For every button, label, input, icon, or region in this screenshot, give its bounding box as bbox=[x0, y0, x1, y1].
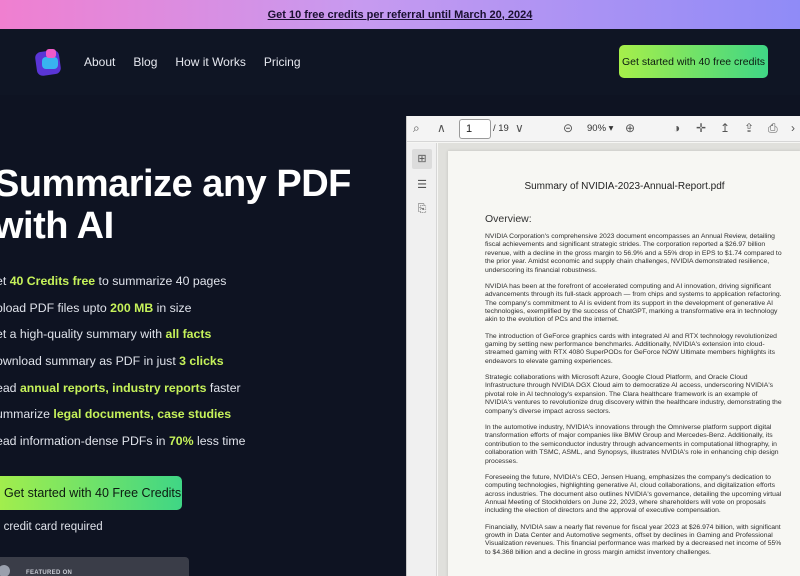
feature-item: et a high-quality summary with all facts bbox=[0, 327, 212, 342]
zoom-out-icon[interactable]: ⊝ bbox=[563, 121, 573, 135]
feature-item: ead annual reports, industry reports fas… bbox=[0, 380, 241, 395]
share-icon[interactable]: ⇪ bbox=[744, 121, 754, 135]
more-icon[interactable]: › bbox=[791, 121, 795, 135]
outline-icon[interactable]: ☰ bbox=[416, 179, 428, 191]
page-title: Summarize any PDF with AI bbox=[0, 163, 351, 247]
page-total: / 19 bbox=[493, 123, 509, 134]
featured-on-badge[interactable]: FEATURED ON bbox=[0, 557, 189, 576]
chevron-up-icon[interactable]: ∧ bbox=[437, 121, 446, 135]
print-icon[interactable]: ⎙ bbox=[768, 121, 778, 135]
nav-blog[interactable]: Blog bbox=[133, 55, 157, 69]
badge-icon bbox=[0, 565, 10, 576]
contrast-icon[interactable]: ◑ bbox=[673, 121, 680, 135]
nav-how-it-works[interactable]: How it Works bbox=[175, 55, 245, 69]
paragraph: Foreseeing the future, NVIDIA's CEO, Jen… bbox=[485, 473, 782, 515]
nav-links: About Blog How it Works Pricing bbox=[84, 29, 301, 95]
feature-item: et 40 Credits free to summarize 40 pages bbox=[0, 274, 227, 288]
paragraph: Strategic collaborations with Microsoft … bbox=[485, 374, 782, 415]
paragraph: In the automotive industry, NVIDIA's inn… bbox=[485, 423, 779, 465]
pdf-page: Summary of NVIDIA-2023-Annual-Report.pdf… bbox=[448, 151, 800, 576]
feature-item: ownload summary as PDF in just 3 clicks bbox=[0, 354, 224, 369]
pdf-viewer: ⌕ ∧ / 19 ∨ ⊝ 90% ▾ ⊕ ◑ ✛ ↥ ⇪ ⎙ › ⊞ ☰ ⎘ S… bbox=[406, 116, 800, 576]
feature-item: ummarize legal documents, case studies bbox=[0, 407, 232, 422]
logo[interactable] bbox=[34, 47, 64, 77]
viewer-toolbar: ⌕ ∧ / 19 ∨ ⊝ 90% ▾ ⊕ ◑ ✛ ↥ ⇪ ⎙ › bbox=[407, 116, 800, 142]
paragraph: Financially, NVIDIA saw a nearly flat re… bbox=[485, 523, 782, 556]
nav-pricing[interactable]: Pricing bbox=[264, 55, 301, 69]
overview-heading: Overview: bbox=[485, 213, 532, 225]
promo-banner: Get 10 free credits per referral until M… bbox=[0, 0, 800, 29]
zoom-select[interactable]: 90% ▾ bbox=[587, 123, 613, 134]
chevron-down-icon[interactable]: ∨ bbox=[515, 121, 524, 135]
feature-item: pload PDF files upto 200 MB in size bbox=[0, 300, 192, 315]
thumbnails-icon[interactable]: ⊞ bbox=[412, 149, 432, 169]
zoom-in-icon[interactable]: ⊕ bbox=[625, 121, 635, 135]
search-icon[interactable]: ⌕ bbox=[413, 121, 420, 135]
page-area: Summary of NVIDIA-2023-Annual-Report.pdf… bbox=[438, 143, 800, 576]
top-nav: About Blog How it Works Pricing Get star… bbox=[0, 29, 800, 95]
get-started-free-credits-button[interactable]: Get started with 40 Free Credits bbox=[0, 476, 182, 510]
promo-link[interactable]: Get 10 free credits per referral until M… bbox=[268, 9, 533, 21]
page-number-input[interactable] bbox=[459, 119, 491, 139]
viewer-sidebar: ⊞ ☰ ⎘ bbox=[407, 143, 437, 576]
move-icon[interactable]: ✛ bbox=[696, 121, 706, 135]
get-started-button[interactable]: Get started with 40 free credits bbox=[619, 45, 768, 78]
upload-icon[interactable]: ↥ bbox=[720, 121, 730, 135]
feature-list: et 40 Credits free to summarize 40 pages… bbox=[0, 272, 246, 459]
no-credit-card-note: o credit card required bbox=[0, 521, 103, 533]
nav-about[interactable]: About bbox=[84, 55, 115, 69]
feature-item: ead information-dense PDFs in 70% less t… bbox=[0, 434, 246, 449]
paperclip-icon[interactable]: ⎘ bbox=[416, 203, 428, 215]
document-body: NVIDIA Corporation's comprehensive 2023 … bbox=[485, 233, 785, 565]
paragraph: NVIDIA has been at the forefront of acce… bbox=[485, 282, 782, 324]
paragraph: The introduction of GeForce graphics car… bbox=[485, 332, 777, 365]
document-title: Summary of NVIDIA-2023-Annual-Report.pdf bbox=[524, 181, 725, 192]
paragraph: NVIDIA Corporation's comprehensive 2023 … bbox=[485, 233, 782, 274]
